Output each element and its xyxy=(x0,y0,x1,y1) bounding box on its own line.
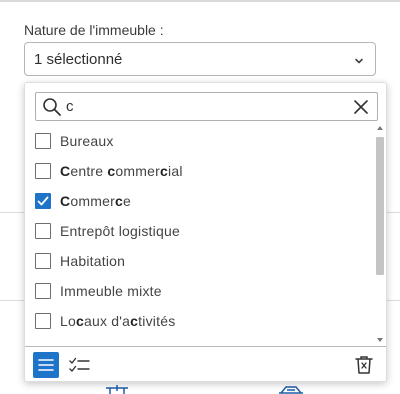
option-label: Habitation xyxy=(60,253,126,269)
check-icon xyxy=(37,196,49,206)
building-icon xyxy=(104,383,130,394)
list-icon xyxy=(38,359,54,371)
option-bureaux[interactable]: Bureaux xyxy=(25,127,375,157)
car-icon xyxy=(278,383,304,394)
background-divider xyxy=(0,0,400,2)
option-label: Locaux d'activités xyxy=(60,313,176,329)
scroll-up-icon[interactable] xyxy=(377,126,383,130)
option-immeuble-mixte[interactable]: Immeuble mixte xyxy=(25,277,375,307)
selected-view-button[interactable] xyxy=(67,352,93,378)
delete-icon xyxy=(355,356,373,374)
options-list: Bureaux Centre commercial Commerce Entre… xyxy=(25,125,375,343)
clear-selection-button[interactable] xyxy=(352,352,376,378)
checkbox[interactable] xyxy=(35,163,51,179)
search-icon xyxy=(42,97,62,117)
search-input[interactable] xyxy=(66,96,336,117)
checklist-icon xyxy=(69,357,90,372)
option-label: Centre commercial xyxy=(60,163,183,179)
nature-immeuble-select[interactable]: 1 sélectionné xyxy=(24,42,376,76)
option-habitation[interactable]: Habitation xyxy=(25,247,375,277)
selected-value: 1 sélectionné xyxy=(34,51,123,68)
option-label: Entrepôt logistique xyxy=(60,223,180,239)
scroll-thumb[interactable] xyxy=(376,137,384,275)
option-label: Commerce xyxy=(60,193,131,209)
checkbox[interactable] xyxy=(35,223,51,239)
field-label: Nature de l'immeuble : xyxy=(24,22,164,38)
close-icon[interactable] xyxy=(354,100,368,114)
footer-divider xyxy=(25,346,386,347)
app-canvas: Nature de l'immeuble : 1 sélectionné c B… xyxy=(0,0,400,394)
checkbox[interactable] xyxy=(35,133,51,149)
option-label: Bureaux xyxy=(60,133,114,149)
search-box xyxy=(35,92,378,121)
checkbox[interactable] xyxy=(35,313,51,329)
list-scrollbar[interactable] xyxy=(374,125,386,343)
checkbox[interactable] xyxy=(35,283,51,299)
chevron-down-icon xyxy=(353,54,365,66)
scroll-down-icon[interactable] xyxy=(377,338,383,342)
option-commerce[interactable]: Commerce xyxy=(25,187,375,217)
option-locaux-activites[interactable]: Locaux d'activités xyxy=(25,307,375,337)
option-label: Immeuble mixte xyxy=(60,283,162,299)
option-centre-commercial[interactable]: Centre commercial xyxy=(25,157,375,187)
checkbox-checked[interactable] xyxy=(35,193,51,209)
list-view-button[interactable] xyxy=(33,352,59,378)
option-entrepot-logistique[interactable]: Entrepôt logistique xyxy=(25,217,375,247)
checkbox[interactable] xyxy=(35,253,51,269)
dropdown-panel: Bureaux Centre commercial Commerce Entre… xyxy=(24,82,387,382)
